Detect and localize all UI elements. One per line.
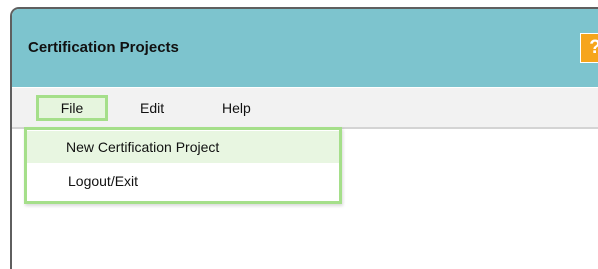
page-title: Certification Projects [28, 39, 179, 56]
logout-exit-menu-item[interactable]: Logout/Exit [27, 165, 339, 197]
menu-bar: File Edit Help [12, 87, 598, 129]
menu-help[interactable]: Help [222, 95, 251, 121]
menu-file[interactable]: File [36, 95, 108, 121]
help-button[interactable]: ? [580, 33, 598, 63]
file-dropdown-menu: New Certification Project Logout/Exit [24, 127, 342, 204]
new-certification-project-menu-item[interactable]: New Certification Project [27, 131, 339, 163]
menu-edit[interactable]: Edit [140, 95, 164, 121]
title-bar: Certification Projects ? [12, 9, 598, 87]
